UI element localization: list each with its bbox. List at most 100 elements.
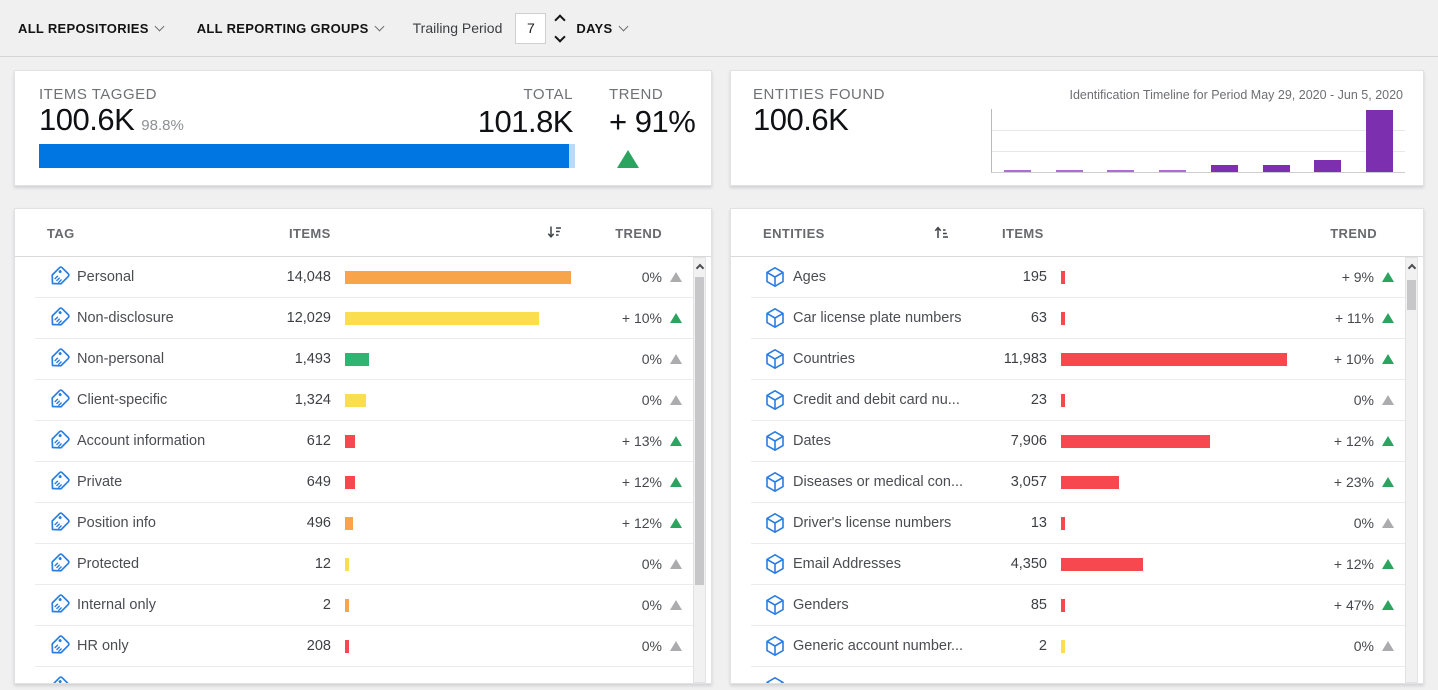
row-label: Personal <box>77 269 134 285</box>
entity-row[interactable]: Dates7,906+ 12% <box>751 421 1411 462</box>
trend-arrow-icon <box>670 600 682 610</box>
entity-row[interactable]: Diseases or medical con...3,057+ 23% <box>751 462 1411 503</box>
tag-row[interactable]: Position info496+ 12% <box>35 503 699 544</box>
row-trend: 0% <box>1354 515 1394 531</box>
tag-row[interactable]: Internal only20% <box>35 585 699 626</box>
cube-icon <box>763 429 787 453</box>
entities-column-header[interactable]: ENTITIES <box>763 226 825 241</box>
row-trend: + 12% <box>1334 433 1394 449</box>
chevron-up-icon <box>555 14 566 25</box>
cube-icon <box>763 388 787 412</box>
tag-row[interactable]: Non-disclosure12,029+ 10% <box>35 298 699 339</box>
trailing-period-label: Trailing Period <box>413 20 503 36</box>
repositories-dropdown[interactable]: ALL REPOSITORIES <box>18 21 163 36</box>
timeline-bar <box>1004 170 1031 172</box>
row-value-bar <box>1061 312 1065 325</box>
row-value-bar <box>1061 558 1143 571</box>
sort-ascending-icon[interactable] <box>934 225 949 240</box>
stepper-up-button[interactable] <box>555 15 565 25</box>
entity-row[interactable]: Email Addresses4,350+ 12% <box>751 544 1411 585</box>
tags-table-scrollbar[interactable] <box>693 257 706 683</box>
tag-row[interactable]: Non-personal1,4930% <box>35 339 699 380</box>
row-items-count: 13 <box>881 515 1047 531</box>
total-label: TOTAL <box>478 86 573 103</box>
filter-bar: ALL REPOSITORIES ALL REPORTING GROUPS Tr… <box>0 0 1438 57</box>
timeline-bar <box>1159 170 1186 172</box>
row-value-bar <box>1061 599 1065 612</box>
items-column-header[interactable]: ITEMS <box>289 226 331 241</box>
entities-table-scrollbar[interactable] <box>1405 257 1418 683</box>
row-value-bar <box>345 558 349 571</box>
row-trend: + 12% <box>622 515 682 531</box>
row-value-bar <box>345 517 353 530</box>
row-value-bar <box>345 312 539 325</box>
timeline-bar <box>1263 165 1290 172</box>
tags-rows: Personal14,0480%Non-disclosure12,029+ 10… <box>15 257 711 684</box>
timeline-bar <box>1107 170 1134 172</box>
row-value-bar <box>1061 394 1065 407</box>
row-trend: 0% <box>1354 638 1394 654</box>
row-trend: + 10% <box>622 310 682 326</box>
row-trend: 0% <box>642 392 682 408</box>
tag-icon <box>47 675 71 684</box>
tags-table-card: TAG ITEMS TREND Personal14,0480%Non-disc… <box>14 208 712 684</box>
row-value-bar <box>345 394 366 407</box>
scrollbar-thumb[interactable] <box>1407 280 1416 310</box>
row-items-count: 14,048 <box>165 269 331 285</box>
scroll-up-button[interactable] <box>694 258 705 275</box>
row-items-count: 23 <box>881 392 1047 408</box>
row-label: Ages <box>793 269 826 285</box>
period-unit-dropdown[interactable]: DAYS <box>576 21 626 36</box>
entity-row[interactable]: Countries11,983+ 10% <box>751 339 1411 380</box>
trend-arrow-icon <box>670 313 682 323</box>
cube-icon <box>763 593 787 617</box>
row-items-count: 649 <box>165 474 331 490</box>
trailing-period-input[interactable] <box>515 13 546 44</box>
tag-column-header[interactable]: TAG <box>47 226 75 241</box>
tag-row[interactable]: Account information612+ 13% <box>35 421 699 462</box>
chevron-down-icon <box>374 21 384 31</box>
entity-row[interactable]: Genders85+ 47% <box>751 585 1411 626</box>
entities-found-card: ENTITIES FOUND 100.6K Identification Tim… <box>730 70 1424 186</box>
items-tagged-value: 100.6K <box>39 104 134 137</box>
tag-row[interactable]: Private649+ 12% <box>35 462 699 503</box>
row-trend: 0% <box>1354 392 1394 408</box>
tags-table-header: TAG ITEMS TREND <box>15 209 711 257</box>
tag-row[interactable]: Personal14,0480% <box>35 257 699 298</box>
trend-column-header[interactable]: TREND <box>615 226 662 241</box>
reporting-groups-dropdown-label: ALL REPORTING GROUPS <box>197 21 369 36</box>
scroll-up-button[interactable] <box>1406 258 1417 275</box>
reporting-groups-dropdown[interactable]: ALL REPORTING GROUPS <box>197 21 383 36</box>
sort-descending-icon[interactable] <box>547 225 562 240</box>
row-items-count: 12,029 <box>165 310 331 326</box>
trend-arrow-icon <box>1382 354 1394 364</box>
partial-row[interactable] <box>35 667 699 684</box>
row-label: Non-personal <box>77 351 164 367</box>
items-tagged-title: ITEMS TAGGED <box>39 86 157 103</box>
entity-row[interactable]: Credit and debit card nu...230% <box>751 380 1411 421</box>
items-column-header[interactable]: ITEMS <box>1002 226 1044 241</box>
timeline-chart-title: Identification Timeline for Period May 2… <box>1069 88 1403 102</box>
cube-icon <box>763 634 787 658</box>
tag-row[interactable]: HR only2080% <box>35 626 699 667</box>
partial-row[interactable] <box>751 667 1411 684</box>
timeline-bar <box>1366 110 1393 172</box>
entity-row[interactable]: Driver's license numbers130% <box>751 503 1411 544</box>
entity-row[interactable]: Generic account number...20% <box>751 626 1411 667</box>
row-items-count: 3,057 <box>881 474 1047 490</box>
row-label: Position info <box>77 515 156 531</box>
entity-row[interactable]: Car license plate numbers63+ 11% <box>751 298 1411 339</box>
scrollbar-thumb[interactable] <box>695 277 704 585</box>
row-items-count: 2 <box>165 597 331 613</box>
trend-arrow-icon <box>670 641 682 651</box>
stepper-down-button[interactable] <box>555 32 565 42</box>
tag-row[interactable]: Protected120% <box>35 544 699 585</box>
tag-icon <box>47 552 71 576</box>
trend-arrow-icon <box>670 395 682 405</box>
trend-column-header[interactable]: TREND <box>1330 226 1377 241</box>
row-label: HR only <box>77 638 129 654</box>
entities-found-title: ENTITIES FOUND <box>753 86 885 103</box>
tag-row[interactable]: Client-specific1,3240% <box>35 380 699 421</box>
entities-table-card: ENTITIES ITEMS TREND Ages195+ 9%Car lice… <box>730 208 1424 684</box>
entity-row[interactable]: Ages195+ 9% <box>751 257 1411 298</box>
